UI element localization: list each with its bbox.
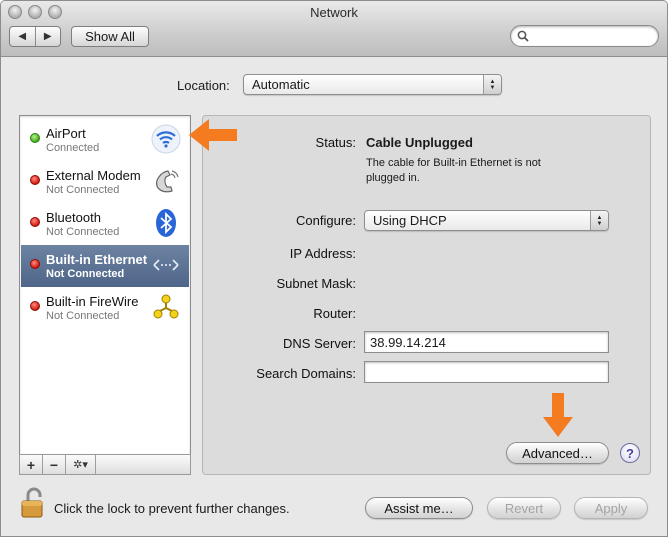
search-domains-label: Search Domains:	[256, 366, 356, 381]
toolbar: Network ◀ ▶ Show All	[1, 1, 667, 57]
service-list[interactable]: AirPort Connected External Modem Not Con…	[19, 115, 191, 455]
remove-service-button[interactable]: −	[43, 455, 66, 474]
service-name: Built-in Ethernet	[46, 252, 148, 267]
lock-message: Click the lock to prevent further change…	[54, 501, 290, 516]
service-item-bluetooth[interactable]: Bluetooth Not Connected	[21, 203, 189, 245]
ethernet-icon	[153, 259, 179, 271]
service-item-built-in-ethernet[interactable]: Built-in Ethernet Not Connected	[21, 245, 189, 287]
status-description: The cable for Built-in Ethernet is not p…	[366, 157, 541, 184]
add-service-button[interactable]: +	[20, 455, 43, 474]
show-all-button[interactable]: Show All	[71, 26, 149, 47]
search-icon	[517, 30, 529, 42]
lock-icon[interactable]	[20, 487, 46, 519]
revert-button[interactable]: Revert	[487, 497, 561, 519]
service-status: Not Connected	[46, 268, 125, 280]
location-label: Location:	[177, 78, 230, 93]
service-status: Connected	[46, 142, 100, 154]
service-name: External Modem	[46, 168, 141, 183]
forward-button[interactable]: ▶	[34, 27, 61, 46]
service-name: Built-in FireWire	[46, 294, 139, 309]
back-forward-control: ◀ ▶	[9, 26, 61, 47]
router-label: Router:	[313, 306, 356, 321]
configure-label: Configure:	[296, 213, 356, 228]
service-status: Not Connected	[46, 310, 120, 322]
service-name: Bluetooth	[46, 210, 101, 225]
popup-arrows-icon: ▲ ▼	[483, 75, 501, 94]
popup-arrows-icon: ▲ ▼	[590, 211, 608, 230]
service-item-external-modem[interactable]: External Modem Not Connected	[21, 161, 189, 203]
configure-popup[interactable]: Using DHCP ▲ ▼	[364, 210, 609, 231]
gear-icon[interactable]: ✲▾	[66, 455, 96, 474]
status-dot	[30, 301, 40, 311]
annotation-arrow-left-icon	[189, 119, 237, 151]
status-dot	[30, 175, 40, 185]
search-domains-field[interactable]	[364, 361, 609, 383]
status-dot	[30, 259, 40, 269]
service-status: Not Connected	[46, 226, 120, 238]
network-preferences-window: Network ◀ ▶ Show All Location: Automatic…	[0, 0, 668, 537]
service-list-controls: + − ✲▾	[19, 454, 191, 475]
annotation-arrow-down-icon	[543, 393, 573, 437]
bluetooth-icon	[156, 209, 176, 237]
status-value: Cable Unplugged	[366, 135, 473, 150]
subnet-mask-label: Subnet Mask:	[276, 276, 357, 291]
status-dot	[30, 217, 40, 227]
location-popup[interactable]: Automatic ▲ ▼	[243, 74, 502, 95]
firewire-icon	[153, 294, 179, 319]
location-value: Automatic	[252, 77, 310, 92]
status-label: Status:	[315, 135, 356, 150]
wifi-icon	[151, 124, 181, 154]
ip-address-label: IP Address:	[289, 246, 356, 261]
status-dot	[30, 133, 40, 143]
back-button[interactable]: ◀	[10, 27, 35, 46]
dns-server-label: DNS Server:	[283, 336, 356, 351]
window-title: Network	[310, 5, 358, 20]
service-status: Not Connected	[46, 184, 120, 196]
configure-value: Using DHCP	[373, 213, 447, 228]
dns-server-field[interactable]: 38.99.14.214	[364, 331, 609, 353]
service-item-airport[interactable]: AirPort Connected	[21, 119, 189, 161]
service-item-built-in-firewire[interactable]: Built-in FireWire Not Connected	[21, 287, 189, 329]
assist-me-button[interactable]: Assist me…	[365, 497, 473, 519]
advanced-button[interactable]: Advanced…	[506, 442, 609, 464]
phone-icon	[156, 170, 179, 193]
service-name: AirPort	[46, 126, 86, 141]
help-button[interactable]: ?	[620, 443, 640, 463]
apply-button[interactable]: Apply	[574, 497, 648, 519]
search-input[interactable]	[510, 25, 659, 47]
